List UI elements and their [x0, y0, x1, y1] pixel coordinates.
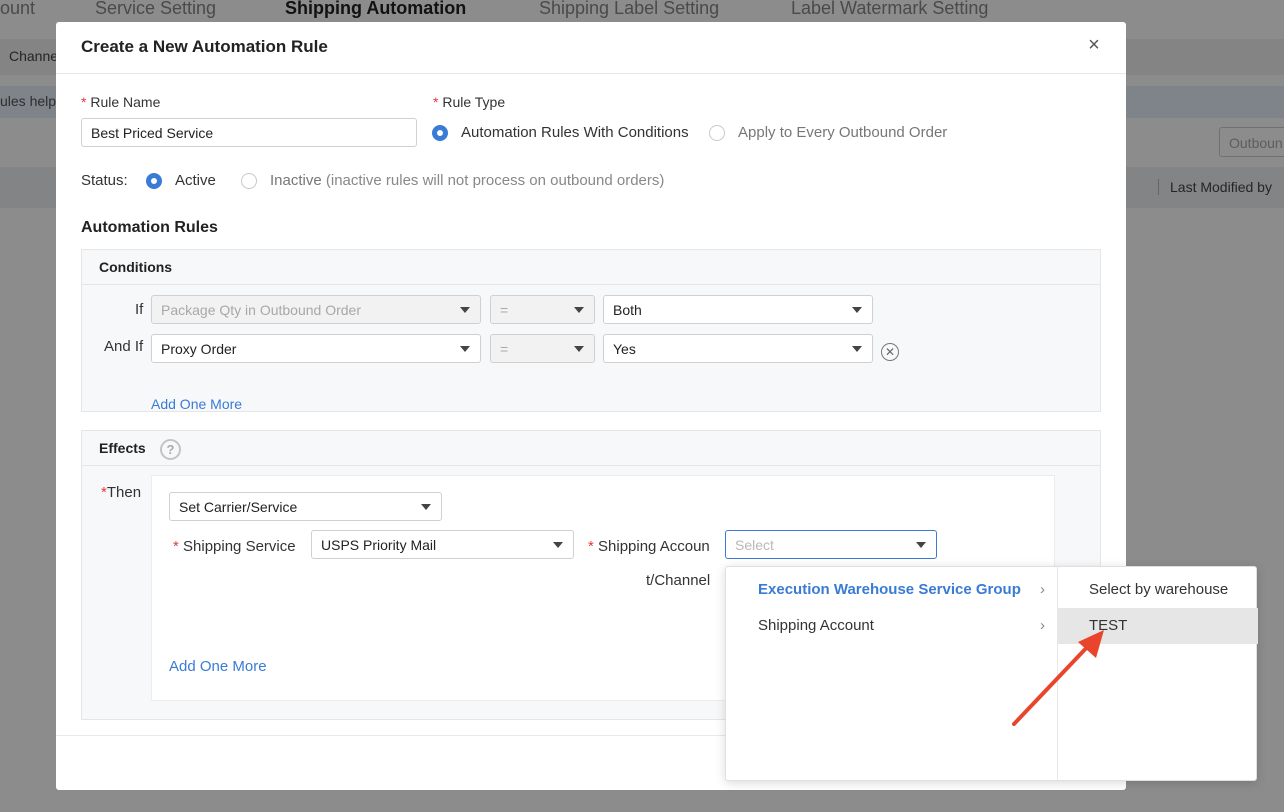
conditions-title: Conditions [99, 259, 173, 275]
automation-rules-title: Automation Rules [81, 219, 218, 236]
condition-1-operator-select: = [490, 295, 595, 324]
condition-1-field-select: Package Qty in Outbound Order [151, 295, 481, 324]
radio-status-active-label[interactable]: Active [175, 172, 216, 189]
radio-with-conditions[interactable] [432, 125, 448, 141]
shipping-account-label-text-1: Shipping Accoun [598, 538, 710, 555]
cascader-option-label: Shipping Account [758, 617, 874, 634]
required-mark: * [173, 538, 184, 555]
required-mark: * [433, 94, 443, 110]
modal-header: Create a New Automation Rule × [56, 22, 1126, 74]
required-mark: * [81, 94, 91, 110]
cascader-option-label: Select by warehouse [1089, 581, 1229, 598]
rule-name-label-text: Rule Name [90, 94, 161, 110]
condition-2-operator-value: = [500, 341, 509, 357]
inactive-label-text: Inactive [270, 172, 322, 189]
shipping-service-label: * Shipping Service [173, 538, 296, 555]
radio-every-order[interactable] [709, 125, 725, 141]
rule-name-input[interactable]: Best Priced Service [81, 118, 417, 147]
condition-2-value-select[interactable]: Yes [603, 334, 873, 363]
chevron-down-icon [460, 346, 470, 352]
condition-2-value: Yes [613, 341, 636, 357]
cascader-option-select-by-warehouse[interactable]: Select by warehouse [1058, 572, 1258, 608]
effect-action-value: Set Carrier/Service [179, 499, 298, 515]
condition-2-field-select[interactable]: Proxy Order [151, 334, 481, 363]
chevron-down-icon [421, 504, 431, 510]
radio-every-order-label[interactable]: Apply to Every Outbound Order [738, 124, 947, 141]
rule-name-value: Best Priced Service [91, 125, 214, 141]
chevron-down-icon [460, 307, 470, 313]
then-label: *Then [101, 484, 141, 501]
chevron-down-icon [574, 307, 584, 313]
condition-2-operator-select: = [490, 334, 595, 363]
then-label-text: Then [106, 484, 142, 501]
effects-title: Effects [99, 440, 146, 456]
add-effect-link[interactable]: Add One More [169, 658, 267, 675]
conditions-panel: Conditions If Package Qty in Outbound Or… [81, 249, 1101, 412]
chevron-down-icon [553, 542, 563, 548]
radio-status-inactive[interactable] [241, 173, 257, 189]
chevron-down-icon [916, 542, 926, 548]
rule-name-label: * Rule Name [81, 94, 160, 110]
condition-1-operator-value: = [500, 302, 509, 318]
annotation-arrow-icon [1012, 630, 1104, 726]
radio-with-conditions-label[interactable]: Automation Rules With Conditions [461, 124, 689, 141]
condition-1-value-select[interactable]: Both [603, 295, 873, 324]
shipping-service-label-text: Shipping Service [183, 538, 296, 555]
effect-action-select[interactable]: Set Carrier/Service [169, 492, 442, 521]
radio-status-active[interactable] [146, 173, 162, 189]
shipping-account-placeholder: Select [735, 537, 774, 553]
chevron-down-icon [574, 346, 584, 352]
add-condition-link[interactable]: Add One More [151, 396, 242, 412]
close-icon[interactable]: × [1084, 35, 1104, 55]
status-label: Status: [81, 172, 128, 189]
rule-type-label-text: Rule Type [442, 94, 506, 110]
radio-status-inactive-label[interactable]: Inactive (inactive rules will not proces… [270, 172, 664, 189]
conditions-header: Conditions [82, 250, 1100, 285]
shipping-account-label: * Shipping Accoun [588, 538, 710, 555]
shipping-account-select[interactable]: Select [725, 530, 937, 559]
cascader-option-service-group[interactable]: Execution Warehouse Service Group › [726, 572, 1057, 608]
inactive-hint: (inactive rules will not process on outb… [325, 172, 665, 189]
remove-condition-icon[interactable]: ✕ [881, 343, 899, 361]
effects-header: Effects [82, 431, 1100, 466]
chevron-right-icon: › [1040, 581, 1045, 598]
modal-title: Create a New Automation Rule [81, 37, 328, 56]
condition-if-label: If [135, 301, 144, 318]
chevron-down-icon [852, 307, 862, 313]
condition-2-field-value: Proxy Order [161, 341, 237, 357]
chevron-down-icon [852, 346, 862, 352]
required-mark: * [588, 538, 599, 555]
condition-and-if-label: And If [104, 338, 144, 355]
shipping-service-value: USPS Priority Mail [321, 537, 437, 553]
cascader-option-label: Execution Warehouse Service Group [758, 581, 1021, 598]
help-icon[interactable]: ? [160, 439, 181, 460]
rule-type-label: * Rule Type [433, 94, 505, 110]
condition-1-field-value: Package Qty in Outbound Order [161, 302, 361, 318]
shipping-account-cascader: Execution Warehouse Service Group › Ship… [725, 566, 1258, 781]
condition-1-value: Both [613, 302, 642, 318]
shipping-account-label-text-2: t/Channel [646, 572, 711, 589]
shipping-service-select[interactable]: USPS Priority Mail [311, 530, 574, 559]
